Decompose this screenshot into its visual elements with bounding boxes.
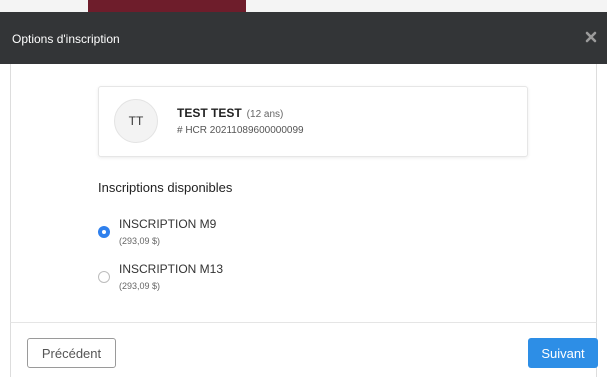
section-title: Inscriptions disponibles xyxy=(98,180,233,195)
avatar: TT xyxy=(114,99,158,143)
registration-options-modal: Options d'inscription TT TEST TEST (12 an… xyxy=(0,12,607,377)
next-button[interactable]: Suivant xyxy=(528,338,598,368)
previous-button[interactable]: Précédent xyxy=(27,338,116,368)
close-button[interactable] xyxy=(585,31,597,43)
backdrop-accent-bar xyxy=(88,0,246,12)
option-inscription-m9[interactable]: INSCRIPTION M9 (293,09 $) xyxy=(98,215,398,249)
option-price: (293,09 $) xyxy=(119,281,161,291)
modal-body: TT TEST TEST (12 ans) # HCR 2021108960000… xyxy=(10,64,597,322)
modal-footer: Précédent Suivant xyxy=(10,322,598,377)
radio-selected[interactable] xyxy=(98,226,110,238)
radio-unselected[interactable] xyxy=(98,271,110,283)
option-label: INSCRIPTION M13 xyxy=(119,262,224,276)
member-age: (12 ans) xyxy=(246,109,284,120)
member-name: TEST TEST xyxy=(177,106,242,120)
member-name-line: TEST TEST (12 ans) xyxy=(177,106,283,120)
member-card: TT TEST TEST (12 ans) # HCR 2021108960000… xyxy=(98,86,528,157)
option-price: (293,09 $) xyxy=(119,236,161,246)
member-id: # HCR 20211089600000099 xyxy=(177,125,304,136)
option-label: INSCRIPTION M9 xyxy=(119,217,217,231)
close-icon xyxy=(585,31,597,43)
modal-title: Options d'inscription xyxy=(12,32,120,46)
modal-header: Options d'inscription xyxy=(0,12,607,64)
option-inscription-m13[interactable]: INSCRIPTION M13 (293,09 $) xyxy=(98,260,398,294)
